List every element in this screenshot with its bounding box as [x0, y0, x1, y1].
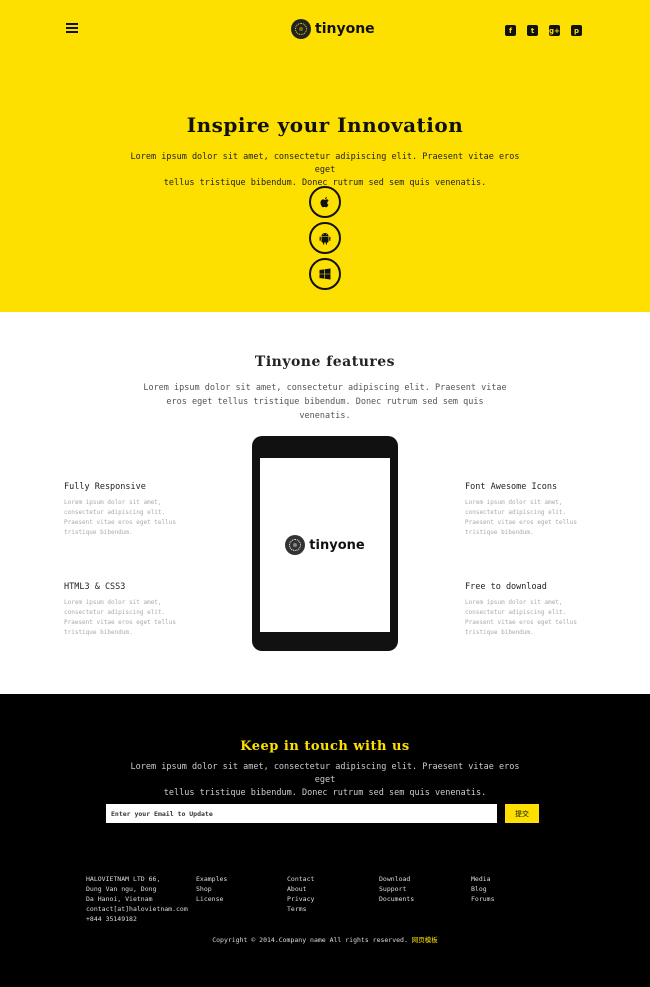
feature-title: Font Awesome Icons [465, 482, 558, 492]
social-links: f t g+ p [505, 25, 582, 36]
feature-title: Fully Responsive [64, 482, 146, 492]
footer-link[interactable]: About [287, 884, 314, 894]
contact-description: Lorem ipsum dolor sit amet, consectetur … [130, 761, 520, 800]
contact-title: Keep in touch with us [240, 739, 410, 754]
footer-link[interactable]: Examples [196, 874, 227, 884]
features-desc-line: Lorem ipsum dolor sit amet, consectetur … [143, 383, 507, 393]
features-desc-line: eros eget tellus tristique bibendum. Don… [166, 397, 484, 421]
tablet-mockup: tinyone [252, 436, 398, 651]
copyright-text: Copyright © 2014.Company name All rights… [212, 936, 408, 944]
android-icon [319, 233, 331, 245]
contact-desc-line: Lorem ipsum dolor sit amet, consectetur … [130, 762, 520, 785]
hero-description: Lorem ipsum dolor sit amet, consectetur … [130, 151, 520, 190]
logo-mark-icon [285, 535, 306, 555]
footer-links-column: Contact About Privacy Terms [287, 874, 314, 914]
brand-name: tinyone [315, 21, 375, 37]
feature-title: Free to download [465, 582, 547, 592]
address-line: Da Hanoi, Vietnam [86, 895, 153, 903]
feature-text: Lorem ipsum dolor sit amet, consectetur … [64, 499, 176, 536]
twitter-icon[interactable]: t [527, 25, 538, 36]
footer-link[interactable]: Shop [196, 884, 227, 894]
copyright: Copyright © 2014.Company name All rights… [0, 934, 650, 944]
hero-section: tinyone f t g+ p Inspire your Innovation… [0, 0, 650, 312]
feature-text: Lorem ipsum dolor sit amet, consectetur … [64, 599, 176, 636]
footer-link[interactable]: Support [379, 884, 414, 894]
footer-links-column: Media Blog Forums [471, 874, 494, 904]
tablet-brand-name: tinyone [309, 537, 365, 553]
footer-link[interactable]: Forums [471, 894, 494, 904]
address-line: HALOVIETNAM LTD 66, [86, 875, 161, 883]
feature-item: Fully Responsive Lorem ipsum dolor sit a… [64, 482, 184, 538]
apple-icon [320, 197, 329, 208]
footer-link[interactable]: Documents [379, 894, 414, 904]
footer-section: Keep in touch with us Lorem ipsum dolor … [0, 694, 650, 987]
hero-desc-line: Lorem ipsum dolor sit amet, consectetur … [130, 152, 520, 175]
google-plus-icon[interactable]: g+ [549, 25, 560, 36]
footer-link[interactable]: Privacy [287, 894, 314, 904]
logo-mark-icon [291, 19, 311, 39]
hero-title: Inspire your Innovation [186, 113, 464, 137]
footer-link[interactable]: Contact [287, 874, 314, 884]
footer-address: HALOVIETNAM LTD 66, Dung Van ngu, Dong D… [86, 874, 188, 924]
footer-link[interactable]: Media [471, 874, 494, 884]
footer-links-column: Examples Shop License [196, 874, 227, 904]
address-line: Dung Van ngu, Dong [86, 885, 157, 893]
brand-logo[interactable]: tinyone [291, 18, 375, 40]
feature-text: Lorem ipsum dolor sit amet, consectetur … [465, 599, 577, 636]
email-input[interactable] [106, 804, 497, 823]
footer-link[interactable]: Blog [471, 884, 494, 894]
windows-icon [319, 268, 331, 280]
hamburger-menu-icon[interactable] [66, 23, 78, 33]
footer-link[interactable]: Terms [287, 904, 314, 914]
address-line: contact[at]halovietnam.com [86, 905, 188, 913]
feature-item: Font Awesome Icons Lorem ipsum dolor sit… [465, 482, 585, 538]
apple-button[interactable] [309, 186, 341, 218]
footer-link[interactable]: Download [379, 874, 414, 884]
pinterest-icon[interactable]: p [571, 25, 582, 36]
copyright-link[interactable]: 网页模板 [412, 936, 438, 944]
android-button[interactable] [309, 222, 341, 254]
address-line: +844 35149182 [86, 915, 137, 923]
footer-links-column: Download Support Documents [379, 874, 414, 904]
feature-text: Lorem ipsum dolor sit amet, consectetur … [465, 499, 577, 536]
tablet-screen: tinyone [260, 458, 390, 632]
submit-button[interactable]: 提交 [505, 804, 539, 823]
feature-item: HTML3 & CSS3 Lorem ipsum dolor sit amet,… [64, 582, 184, 638]
footer-link[interactable]: License [196, 894, 227, 904]
feature-title: HTML3 & CSS3 [64, 582, 126, 592]
features-title: Tinyone features [254, 354, 396, 370]
features-description: Lorem ipsum dolor sit amet, consectetur … [140, 381, 510, 423]
windows-button[interactable] [309, 258, 341, 290]
feature-item: Free to download Lorem ipsum dolor sit a… [465, 582, 585, 638]
facebook-icon[interactable]: f [505, 25, 516, 36]
contact-desc-line: tellus tristique bibendum. Donec rutrum … [163, 788, 487, 798]
